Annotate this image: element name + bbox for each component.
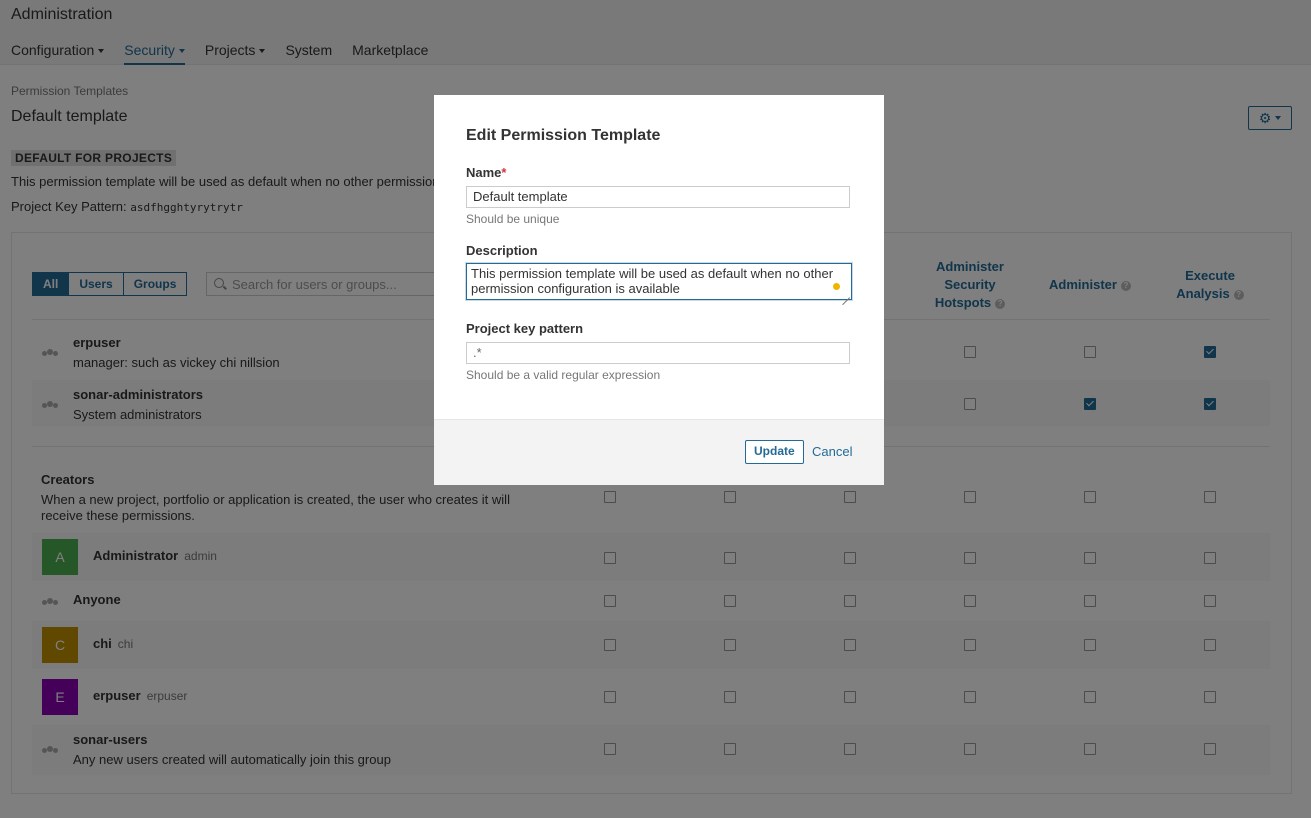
name-field[interactable]: Default template	[466, 186, 850, 208]
pattern-label: Project key pattern	[466, 321, 584, 336]
page: Administration Configuration Security Pr…	[0, 0, 1311, 818]
description-label: Description	[466, 243, 538, 258]
name-label-text: Name	[466, 165, 502, 180]
pattern-field[interactable]: .*	[466, 342, 850, 364]
description-line-2: permission configuration is available	[471, 281, 680, 296]
modal-title: Edit Permission Template	[466, 127, 661, 144]
name-help: Should be unique	[466, 212, 560, 226]
update-button[interactable]: Update	[745, 440, 804, 464]
description-field[interactable]: This permission template will be used as…	[466, 263, 852, 300]
pattern-help: Should be a valid regular expression	[466, 368, 661, 382]
cancel-button[interactable]: Cancel	[812, 444, 852, 459]
edit-template-modal: Edit Permission Template Name* Default t…	[434, 95, 884, 485]
resize-handle-icon[interactable]	[842, 290, 850, 298]
grammar-indicator-icon[interactable]	[833, 283, 840, 290]
name-label: Name*	[466, 165, 506, 180]
required-mark: *	[501, 165, 507, 180]
description-line-1: This permission template will be used as…	[471, 266, 834, 281]
